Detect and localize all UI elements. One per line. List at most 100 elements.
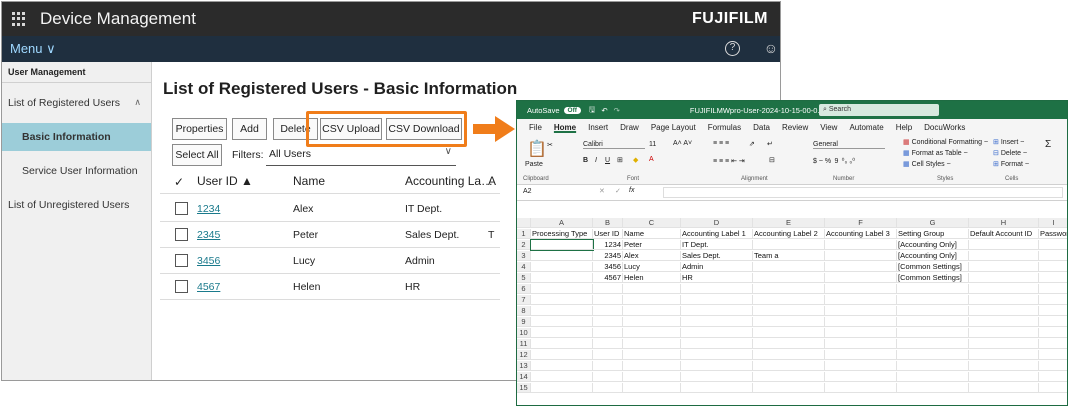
tab-insert[interactable]: Insert <box>588 123 608 132</box>
select-column-checkmark-icon[interactable]: ✓ <box>174 175 184 189</box>
undo-icon[interactable]: ↶ <box>601 106 607 115</box>
spreadsheet-cell[interactable]: Helen <box>623 273 681 283</box>
insert-cells-button[interactable]: ⊞ Insert ~ <box>993 138 1024 146</box>
sidebar-item-registered-users[interactable]: List of Registered Users ∧ <box>2 83 151 117</box>
align-top-icon[interactable]: ≡ ≡ ≡ <box>713 140 729 147</box>
italic-icon[interactable]: I <box>595 157 597 164</box>
tab-home[interactable]: Home <box>554 123 576 132</box>
spreadsheet-cell[interactable] <box>623 383 681 393</box>
paste-label[interactable]: Paste <box>525 161 543 168</box>
spreadsheet-cell[interactable] <box>593 339 623 349</box>
spreadsheet-cell[interactable]: 1234 <box>593 240 623 250</box>
spreadsheet-cell[interactable] <box>969 273 1039 283</box>
search-box[interactable]: ⌕ Search <box>819 104 939 116</box>
spreadsheet-cell[interactable] <box>623 350 681 360</box>
currency-icon[interactable]: $ ~ % 9 ⁰₀ ₀⁰ <box>813 157 855 165</box>
spreadsheet-cell[interactable]: Name <box>623 229 681 239</box>
row-header[interactable]: 3 <box>517 251 531 261</box>
spreadsheet-cell[interactable] <box>593 350 623 360</box>
row-header[interactable]: 13 <box>517 361 531 371</box>
spreadsheet-cell[interactable] <box>593 295 623 305</box>
spreadsheet-cell[interactable] <box>753 284 825 294</box>
spreadsheet-cell[interactable] <box>593 306 623 316</box>
spreadsheet-cell[interactable] <box>593 328 623 338</box>
spreadsheet-cell[interactable] <box>623 361 681 371</box>
enter-icon[interactable]: ✓ <box>615 187 621 195</box>
spreadsheet-cell[interactable] <box>825 372 897 382</box>
spreadsheet-cell[interactable] <box>531 339 593 349</box>
spreadsheet-cell[interactable] <box>531 306 593 316</box>
spreadsheet-cell[interactable] <box>969 251 1039 261</box>
spreadsheet-cell[interactable]: Admin <box>681 262 753 272</box>
spreadsheet-cell[interactable] <box>969 295 1039 305</box>
spreadsheet-cell[interactable] <box>623 306 681 316</box>
row-header[interactable]: 6 <box>517 284 531 294</box>
wrap-text-icon[interactable]: ↵ <box>767 140 773 148</box>
spreadsheet-cell[interactable] <box>753 383 825 393</box>
spreadsheet-cell[interactable]: [Common Settings] <box>897 262 969 272</box>
spreadsheet-cell[interactable] <box>531 361 593 371</box>
row-checkbox[interactable] <box>175 254 188 267</box>
spreadsheet-cell[interactable] <box>681 361 753 371</box>
spreadsheet-cell[interactable] <box>593 383 623 393</box>
spreadsheet-cell[interactable] <box>531 317 593 327</box>
spreadsheet-cell[interactable] <box>681 372 753 382</box>
spreadsheet-cell[interactable] <box>969 361 1039 371</box>
user-id-link[interactable]: 4567 <box>197 281 220 293</box>
spreadsheet-cell[interactable] <box>753 240 825 250</box>
spreadsheet-cell[interactable] <box>753 295 825 305</box>
spreadsheet-cell[interactable] <box>897 372 969 382</box>
tab-help[interactable]: Help <box>896 123 912 132</box>
spreadsheet-cell[interactable] <box>897 284 969 294</box>
tab-formulas[interactable]: Formulas <box>708 123 741 132</box>
spreadsheet-cell[interactable] <box>897 328 969 338</box>
row-checkbox[interactable] <box>175 202 188 215</box>
column-header[interactable]: E <box>753 218 825 228</box>
spreadsheet-cell[interactable] <box>753 306 825 316</box>
spreadsheet-cell[interactable]: Alex <box>623 251 681 261</box>
spreadsheet-cell[interactable] <box>753 273 825 283</box>
spreadsheet-cell[interactable] <box>681 306 753 316</box>
sidebar-item-basic-information[interactable]: Basic Information <box>2 123 151 151</box>
spreadsheet-cell[interactable] <box>1039 240 1067 250</box>
spreadsheet-cell[interactable] <box>623 339 681 349</box>
spreadsheet-cell[interactable] <box>969 317 1039 327</box>
spreadsheet-cell[interactable] <box>531 284 593 294</box>
properties-button[interactable]: Properties <box>172 118 227 140</box>
spreadsheet-cell[interactable] <box>969 328 1039 338</box>
spreadsheet-cell[interactable] <box>681 295 753 305</box>
font-color-icon[interactable]: A <box>649 156 654 163</box>
spreadsheet-cell[interactable] <box>825 383 897 393</box>
number-format-select[interactable]: General <box>813 141 885 149</box>
tab-review[interactable]: Review <box>782 123 808 132</box>
cut-icon[interactable]: ✂ <box>547 141 553 149</box>
menu-button[interactable]: Menu ∨ <box>10 41 56 57</box>
row-header[interactable]: 4 <box>517 262 531 272</box>
spreadsheet-cell[interactable] <box>1039 284 1067 294</box>
tab-docuworks[interactable]: DocuWorks <box>924 123 965 132</box>
select-all-button[interactable]: Select All <box>172 144 222 166</box>
font-name-select[interactable]: Calibri <box>583 141 645 149</box>
spreadsheet-cell[interactable] <box>1039 251 1067 261</box>
spreadsheet-cell[interactable] <box>531 295 593 305</box>
spreadsheet-cell[interactable] <box>825 350 897 360</box>
spreadsheet-cell[interactable] <box>593 284 623 294</box>
tab-automate[interactable]: Automate <box>849 123 883 132</box>
merge-icon[interactable]: ⊟ <box>769 156 775 164</box>
spreadsheet-cell[interactable] <box>681 383 753 393</box>
row-header[interactable]: 1 <box>517 229 531 239</box>
spreadsheet-cell[interactable] <box>969 372 1039 382</box>
format-as-table-button[interactable]: ▦ Format as Table ~ <box>903 149 968 157</box>
spreadsheet-cell[interactable] <box>593 361 623 371</box>
column-header[interactable]: F <box>825 218 897 228</box>
font-size-select[interactable]: 11 <box>649 141 656 148</box>
spreadsheet-cell[interactable] <box>681 339 753 349</box>
autosum-icon[interactable]: Σ <box>1045 139 1051 150</box>
spreadsheet-cell[interactable] <box>897 383 969 393</box>
spreadsheet-cell[interactable]: [Accounting Only] <box>897 240 969 250</box>
filter-select[interactable]: All Users ∨ <box>266 144 456 166</box>
underline-icon[interactable]: U <box>605 157 610 164</box>
spreadsheet-cell[interactable] <box>623 328 681 338</box>
row-header[interactable]: 2 <box>517 240 531 250</box>
row-header[interactable]: 12 <box>517 350 531 360</box>
